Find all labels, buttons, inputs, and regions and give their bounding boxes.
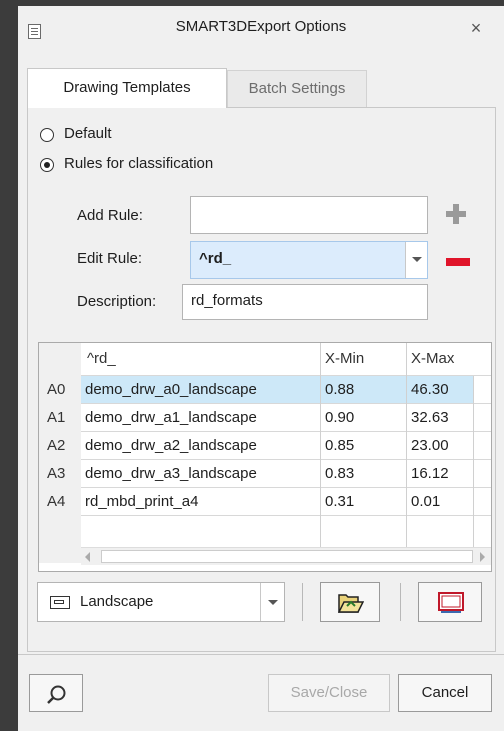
landscape-icon xyxy=(50,596,70,609)
orientation-dropdown-button[interactable] xyxy=(260,583,284,621)
toolbar-separator xyxy=(302,583,303,621)
table-cell-xmax[interactable]: 46.30 xyxy=(411,376,473,403)
options-dialog: SMART3DExport Options × Drawing Template… xyxy=(18,6,504,731)
tab-batch-settings[interactable]: Batch Settings xyxy=(227,70,367,107)
table-cell-name[interactable]: rd_mbd_print_a4 xyxy=(85,488,321,515)
horizontal-scrollbar[interactable] xyxy=(81,547,491,565)
orientation-dropdown[interactable]: Landscape xyxy=(37,582,285,622)
title-bar: SMART3DExport Options × xyxy=(18,6,504,52)
edit-rule-value: ^rd_ xyxy=(199,250,232,267)
table-cell-xmin[interactable]: 0.85 xyxy=(325,432,403,459)
toolbar-separator xyxy=(400,583,401,621)
remove-rule-minus-icon[interactable] xyxy=(446,258,470,266)
magnifier-icon xyxy=(47,685,66,704)
table-cell-xmin[interactable]: 0.88 xyxy=(325,376,403,403)
description-input[interactable]: rd_formats xyxy=(182,284,428,320)
row-header[interactable]: A1 xyxy=(39,404,81,431)
open-folder-button[interactable] xyxy=(320,582,380,622)
scroll-left-icon[interactable] xyxy=(85,552,90,562)
table-cell-name[interactable]: demo_drw_a2_landscape xyxy=(85,432,321,459)
chevron-down-icon xyxy=(412,257,422,262)
column-header-xmin[interactable]: X-Min xyxy=(325,343,403,375)
close-icon[interactable]: × xyxy=(464,18,488,39)
table-cell-xmax[interactable]: 23.00 xyxy=(411,432,473,459)
table-cell-xmin[interactable]: 0.31 xyxy=(325,488,403,515)
edit-rule-label: Edit Rule: xyxy=(77,250,143,267)
radio-rules-for-classification[interactable] xyxy=(40,158,54,172)
table-cell-xmin[interactable]: 0.90 xyxy=(325,404,403,431)
templates-table[interactable]: ^rd_ X-Min X-Max A0 demo_drw_a0_landscap… xyxy=(38,342,492,572)
table-cell-xmax[interactable]: 32.63 xyxy=(411,404,473,431)
save-close-button[interactable]: Save/Close xyxy=(268,674,390,712)
add-rule-plus-icon[interactable] xyxy=(446,204,466,224)
search-button[interactable] xyxy=(29,674,83,712)
table-cell-name[interactable]: demo_drw_a1_landscape xyxy=(85,404,321,431)
radio-rules-label: Rules for classification xyxy=(64,155,214,172)
row-header[interactable]: A2 xyxy=(39,432,81,459)
folder-icon xyxy=(338,594,364,613)
table-cell-name[interactable]: demo_drw_a3_landscape xyxy=(85,460,321,487)
preview-frame-button[interactable] xyxy=(418,582,482,622)
table-cell-name[interactable]: demo_drw_a0_landscape xyxy=(85,376,321,403)
edit-rule-combo[interactable]: ^rd_ xyxy=(190,241,428,279)
table-cell-xmax[interactable]: 16.12 xyxy=(411,460,473,487)
row-header[interactable]: A3 xyxy=(39,460,81,487)
row-header[interactable]: A4 xyxy=(39,488,81,515)
column-header-xmax[interactable]: X-Max xyxy=(411,343,491,375)
window-title: SMART3DExport Options xyxy=(175,18,347,35)
tab-drawing-templates[interactable]: Drawing Templates xyxy=(27,68,227,108)
row-header[interactable]: A0 xyxy=(39,376,81,403)
scrollbar-thumb[interactable] xyxy=(101,550,473,563)
footer-divider xyxy=(18,654,504,655)
radio-default-label: Default xyxy=(64,125,112,142)
orientation-value: Landscape xyxy=(80,593,154,610)
edit-rule-dropdown-button[interactable] xyxy=(405,242,427,278)
radio-default[interactable] xyxy=(40,128,54,142)
table-cell-xmin[interactable]: 0.83 xyxy=(325,460,403,487)
frame-preview-icon xyxy=(438,592,464,613)
table-cell-xmax[interactable]: 0.01 xyxy=(411,488,473,515)
scroll-right-icon[interactable] xyxy=(480,552,485,562)
description-label: Description: xyxy=(77,293,157,310)
column-header-rule[interactable]: ^rd_ xyxy=(87,343,317,375)
cancel-button[interactable]: Cancel xyxy=(398,674,492,712)
add-rule-label: Add Rule: xyxy=(77,207,143,224)
chevron-down-icon xyxy=(268,600,278,605)
add-rule-input[interactable] xyxy=(190,196,428,234)
